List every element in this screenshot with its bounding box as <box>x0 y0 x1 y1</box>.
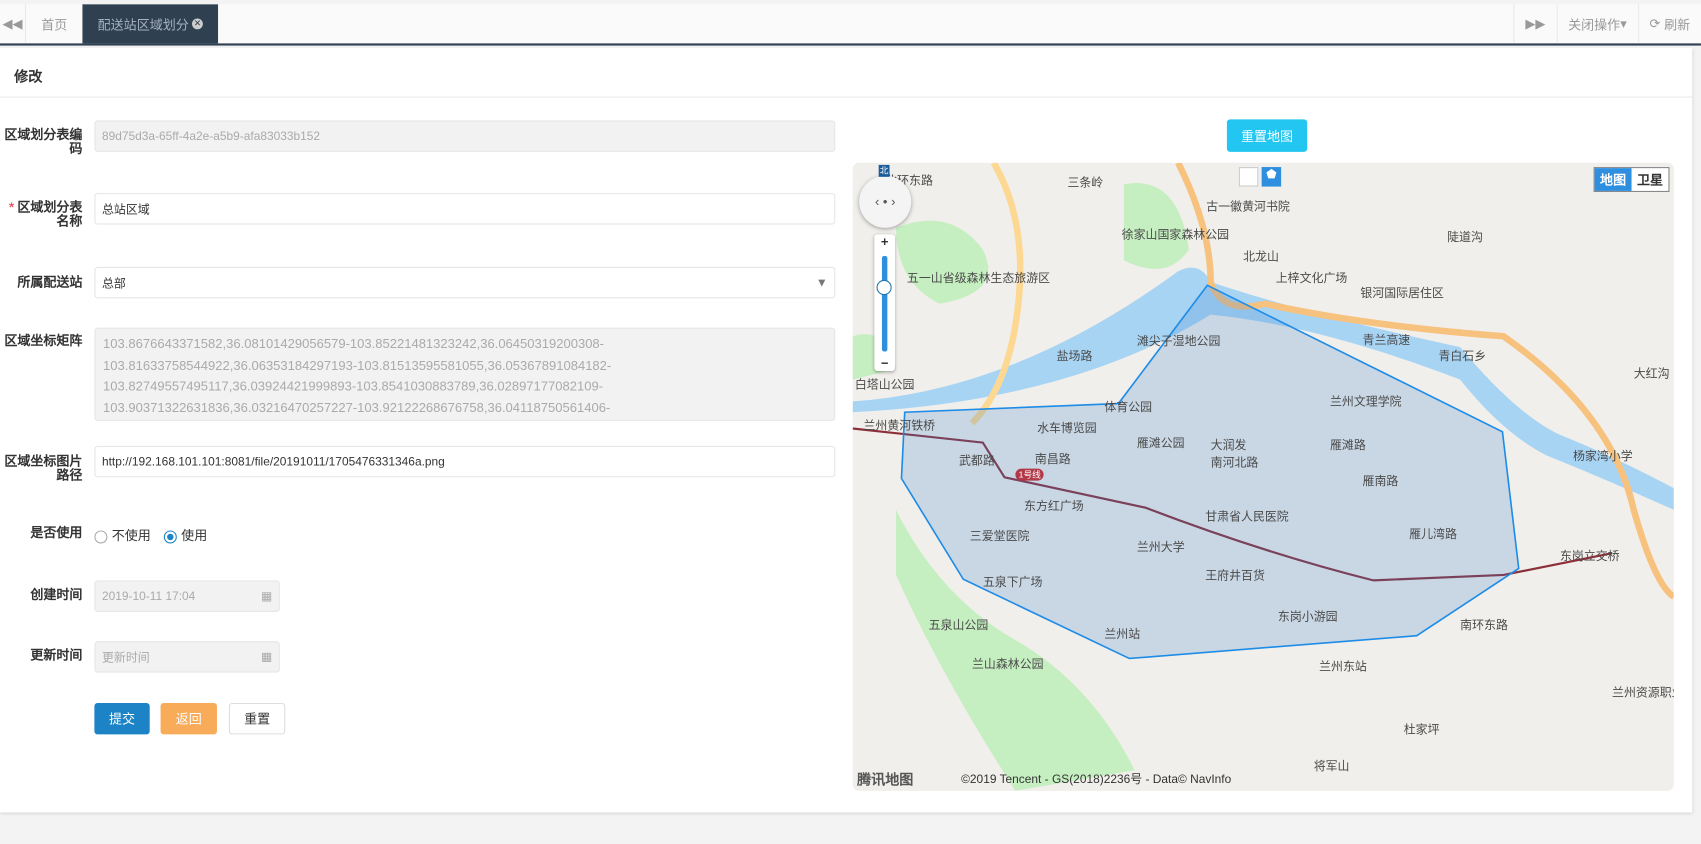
radio-unused[interactable]: 不使用 <box>94 526 151 544</box>
map-label: 三条岭 <box>1067 176 1104 190</box>
map-label: 五泉山公园 <box>928 619 989 633</box>
zoom-slider[interactable]: + − <box>874 234 895 372</box>
updated-field[interactable]: 更新时间 ▦ <box>94 641 280 673</box>
map-label: 五泉下广场 <box>982 576 1043 590</box>
created-label: 创建时间 <box>30 586 83 603</box>
map-label: 上梓文化广场 <box>1275 272 1348 286</box>
map-label: 水车博览园 <box>1037 421 1097 436</box>
name-label: * 区域划分表名称 <box>9 199 83 229</box>
refresh-button[interactable]: ⟳ 刷新 <box>1637 4 1701 44</box>
hand-tool-icon[interactable] <box>1238 167 1259 187</box>
map-label: 甘肃省人民医院 <box>1205 510 1289 524</box>
map-label: 南河北路 <box>1210 456 1259 470</box>
station-label: 所属配送站 <box>17 274 83 290</box>
map-label: 杜家坪 <box>1403 723 1440 737</box>
map-label: 兰州文理学院 <box>1329 395 1402 409</box>
scroll-left-button[interactable]: ◀◀ <box>0 4 27 44</box>
scroll-right-button[interactable]: ▶▶ <box>1513 4 1556 44</box>
map-label: 陡道沟 <box>1447 231 1483 245</box>
reset-button[interactable]: 重置 <box>228 702 286 735</box>
map-label: 武都路 <box>958 454 995 468</box>
code-label: 区域划分表编码 <box>4 126 83 157</box>
submit-button[interactable]: 提交 <box>94 702 150 735</box>
map-label: 北龙山 <box>1243 250 1279 264</box>
panel-title: 修改 <box>0 48 1693 98</box>
map-label: 南环东路 <box>1460 619 1508 633</box>
metro-line-label: 1号线 <box>1015 468 1045 481</box>
map-label: 大红沟 <box>1633 367 1670 381</box>
pan-control[interactable]: ‹ • › <box>859 175 912 228</box>
map-label: 五一山省级森林生态旅游区 <box>906 272 1051 286</box>
image-path-field[interactable]: http://192.168.101.101:8081/file/2019101… <box>94 445 836 478</box>
name-field[interactable]: 总站区域 <box>94 193 836 225</box>
coords-label: 区域坐标矩阵 <box>4 333 83 349</box>
created-field[interactable]: 2019-10-11 17:04 ▦ <box>94 580 280 612</box>
map[interactable]: 三条岭 古一徽黄河书院 徐家山国家森林公园 五一山省级森林生态旅游区 北环东路 北龙山 上梓… <box>852 162 1674 791</box>
map-label: 青白石乡 <box>1438 350 1487 364</box>
map-label: 雁儿湾路 <box>1409 528 1457 542</box>
calendar-icon: ▦ <box>260 590 273 604</box>
map-label: 银河国际居住区 <box>1360 287 1444 301</box>
refresh-icon: ⟳ <box>1649 16 1665 32</box>
map-label: 兰州资源职业技术 <box>1612 686 1674 700</box>
tab-home[interactable]: 首页 <box>26 4 82 43</box>
north-indicator: 北 <box>878 164 890 177</box>
map-label: 徐家山国家森林公园 <box>1121 228 1230 242</box>
tab-bar: ◀◀ 首页 配送站区域划分 ✕ ▶▶ 关闭操作 ▾ ⟳ 刷新 <box>0 4 1701 46</box>
coords-textarea[interactable]: 103.8676643371582,36.08101429056579-103.… <box>94 327 836 421</box>
tencent-map-logo: 腾讯地图 <box>856 771 914 788</box>
tab-region[interactable]: 配送站区域划分 ✕ <box>82 4 219 44</box>
close-operations-dropdown[interactable]: 关闭操作 ▾ <box>1556 4 1637 44</box>
map-label: 兰州大学 <box>1136 541 1185 555</box>
zoom-in-button[interactable]: + <box>874 234 895 249</box>
zoom-out-button[interactable]: − <box>874 356 895 371</box>
code-field[interactable]: 89d75d3a-65ff-4a2e-a5b9-afa83033b152 <box>94 120 836 152</box>
map-label: 白塔山公园 <box>854 378 915 392</box>
map-label: 杨家湾小学 <box>1572 450 1633 464</box>
map-label: 三爱堂医院 <box>969 530 1030 544</box>
map-label: 雁滩公园 <box>1136 437 1185 451</box>
map-label: 雁滩路 <box>1329 439 1366 453</box>
map-label: 将军山 <box>1313 760 1350 774</box>
map-label: 兰山森林公园 <box>971 658 1044 672</box>
map-label: 兰州东站 <box>1319 660 1367 674</box>
map-type-satellite[interactable]: 卫星 <box>1632 168 1669 191</box>
polygon-tool-icon[interactable]: ⬟ <box>1261 167 1282 187</box>
map-label: 滩尖子湿地公园 <box>1136 335 1221 349</box>
map-label: 王府井百货 <box>1205 569 1265 583</box>
map-label: 体育公园 <box>1104 401 1153 415</box>
updated-label: 更新时间 <box>30 647 83 663</box>
station-select[interactable]: 总部 ▼ <box>94 266 836 299</box>
map-label: 兰州站 <box>1104 628 1141 642</box>
reset-map-button[interactable]: 重置地图 <box>1226 119 1308 152</box>
map-label: 东岗立交桥 <box>1559 549 1620 564</box>
calendar-icon: ▦ <box>260 650 273 664</box>
tab-label: 配送站区域划分 <box>97 16 189 33</box>
use-label: 是否使用 <box>30 525 83 541</box>
map-label: 大润发 <box>1210 439 1247 453</box>
chevron-down-icon: ▼ <box>815 276 828 290</box>
map-type-map[interactable]: 地图 <box>1594 168 1632 191</box>
back-button[interactable]: 返回 <box>160 702 217 735</box>
map-label: 兰州黄河铁桥 <box>863 419 936 433</box>
map-label: 雁南路 <box>1362 475 1399 489</box>
radio-used[interactable]: 使用 <box>163 526 207 544</box>
map-label: 古一徽黄河书院 <box>1206 200 1290 214</box>
map-attribution: ©2019 Tencent - GS(2018)2236号 - Data© Na… <box>961 773 1232 787</box>
map-label: 青兰高速 <box>1362 334 1411 348</box>
image-path-label: 区域坐标图片路径 <box>4 453 83 483</box>
map-label: 盐场路 <box>1056 350 1093 364</box>
close-icon[interactable]: ✕ <box>192 18 203 30</box>
map-label: 南昌路 <box>1034 453 1071 467</box>
map-label: 东方红广场 <box>1024 500 1084 514</box>
map-label: 东岗小游园 <box>1277 610 1338 624</box>
